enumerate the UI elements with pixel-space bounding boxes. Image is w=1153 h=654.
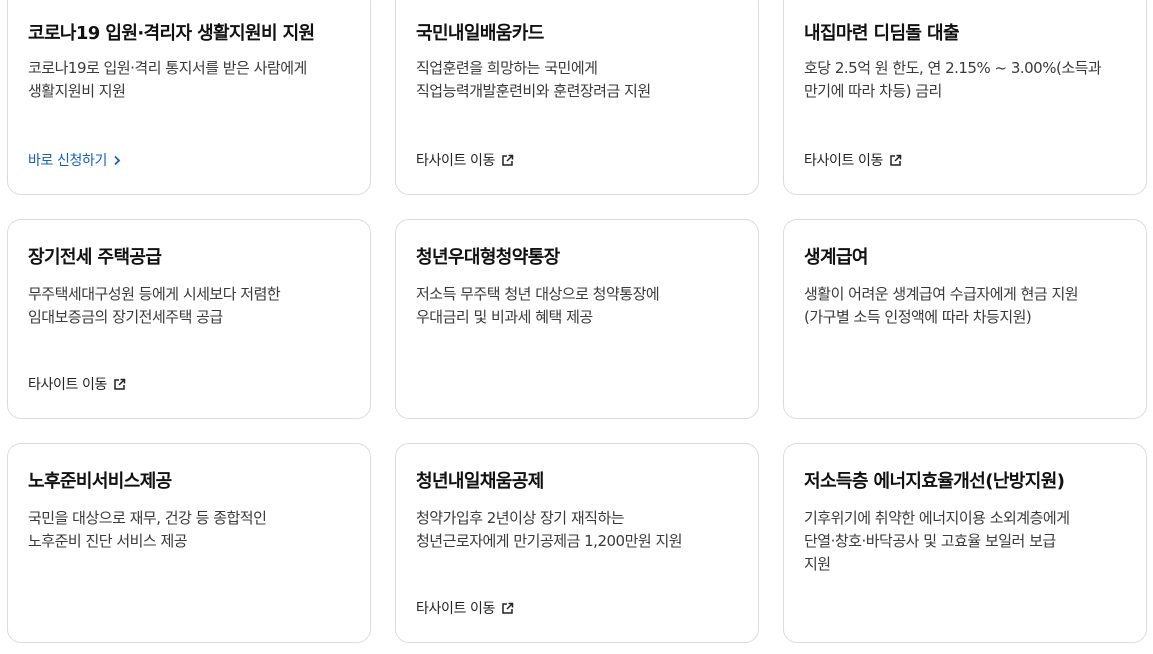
card-description: 기후위기에 취약한 에너지이용 소외계층에게 단열·창호·바닥공사 및 고효율 … xyxy=(804,507,1126,576)
service-card[interactable]: 장기전세 주택공급 무주택세대구성원 등에게 시세보다 저렴한 임대보증금의 장… xyxy=(7,219,371,419)
card-description-line: 호당 2.5억 원 한도, 연 2.15% ~ 3.00%(소득과 xyxy=(804,59,1102,77)
card-description: 저소득 무주택 청년 대상으로 청약통장에 우대금리 및 비과세 혜택 제공 xyxy=(416,283,738,329)
card-title: 국민내일배움카드 xyxy=(416,23,544,44)
card-description-line: 노후준비 진단 서비스 제공 xyxy=(28,532,188,550)
card-description: 호당 2.5억 원 한도, 연 2.15% ~ 3.00%(소득과 만기에 따라… xyxy=(804,57,1126,103)
link-label: 타사이트 이동 xyxy=(28,377,107,393)
card-title: 청년내일채움공제 xyxy=(416,471,544,492)
external-site-link[interactable]: 타사이트 이동 xyxy=(416,598,514,618)
card-description-line: 기후위기에 취약한 에너지이용 소외계층에게 xyxy=(804,509,1070,527)
card-description-line: 단열·창호·바닥공사 및 고효율 보일러 보급 xyxy=(804,532,1056,550)
card-description: 국민을 대상으로 재무, 건강 등 종합적인 노후준비 진단 서비스 제공 xyxy=(28,507,350,553)
card-description-line: 저소득 무주택 청년 대상으로 청약통장에 xyxy=(416,285,660,303)
card-description-line: 임대보증금의 장기전세주택 공급 xyxy=(28,308,223,326)
card-title: 코로나19 입원·격리자 생활지원비 지원 xyxy=(28,23,315,44)
service-card-grid: 코로나19 입원·격리자 생활지원비 지원 코로나19로 입원·격리 통지서를 … xyxy=(0,0,1153,654)
card-description: 코로나19로 입원·격리 통지서를 받은 사람에게 생활지원비 지원 xyxy=(28,57,350,103)
card-description-line: 국민을 대상으로 재무, 건강 등 종합적인 xyxy=(28,509,267,527)
card-title: 저소득층 에너지효율개선(난방지원) xyxy=(804,471,1065,492)
service-card[interactable]: 청년우대형청약통장 저소득 무주택 청년 대상으로 청약통장에 우대금리 및 비… xyxy=(395,219,759,419)
card-description-line: 지원 xyxy=(804,555,831,573)
link-label: 타사이트 이동 xyxy=(804,153,883,169)
card-description-line: 직업능력개발훈련비와 훈련장려금 지원 xyxy=(416,82,651,100)
external-link-icon xyxy=(502,602,514,614)
card-description-line: 청년근로자에게 만기공제금 1,200만원 지원 xyxy=(416,532,683,550)
card-title: 청년우대형청약통장 xyxy=(416,247,560,268)
card-description-line: 청약가입후 2년이상 장기 재직하는 xyxy=(416,509,625,527)
card-description-line: 우대금리 및 비과세 혜택 제공 xyxy=(416,308,593,326)
service-card[interactable]: 국민내일배움카드 직업훈련을 희망하는 국민에게 직업능력개발훈련비와 훈련장려… xyxy=(395,0,759,195)
card-description-line: 생활이 어려운 생계급여 수급자에게 현금 지원 xyxy=(804,285,1079,303)
card-title: 장기전세 주택공급 xyxy=(28,247,162,268)
service-card[interactable]: 저소득층 에너지효율개선(난방지원) 기후위기에 취약한 에너지이용 소외계층에… xyxy=(783,443,1147,643)
card-description-line: (가구별 소득 인정액에 따라 차등지원) xyxy=(804,308,1032,326)
card-title: 생계급여 xyxy=(804,247,868,268)
link-label: 타사이트 이동 xyxy=(416,601,495,617)
link-label: 타사이트 이동 xyxy=(416,153,495,169)
external-link-icon xyxy=(890,154,902,166)
external-link-icon xyxy=(502,154,514,166)
service-card[interactable]: 생계급여 생활이 어려운 생계급여 수급자에게 현금 지원 (가구별 소득 인정… xyxy=(783,219,1147,419)
card-description-line: 무주택세대구성원 등에게 시세보다 저렴한 xyxy=(28,285,281,303)
apply-now-link[interactable]: 바로 신청하기 xyxy=(28,150,121,170)
service-card[interactable]: 청년내일채움공제 청약가입후 2년이상 장기 재직하는 청년근로자에게 만기공제… xyxy=(395,443,759,643)
chevron-right-icon xyxy=(114,155,121,165)
service-card[interactable]: 노후준비서비스제공 국민을 대상으로 재무, 건강 등 종합적인 노후준비 진단… xyxy=(7,443,371,643)
card-title: 노후준비서비스제공 xyxy=(28,471,172,492)
card-description: 무주택세대구성원 등에게 시세보다 저렴한 임대보증금의 장기전세주택 공급 xyxy=(28,283,350,329)
card-description-line: 코로나19로 입원·격리 통지서를 받은 사람에게 xyxy=(28,59,307,77)
external-site-link[interactable]: 타사이트 이동 xyxy=(28,374,126,394)
external-site-link[interactable]: 타사이트 이동 xyxy=(804,150,902,170)
link-label: 바로 신청하기 xyxy=(28,153,107,169)
card-description: 청약가입후 2년이상 장기 재직하는 청년근로자에게 만기공제금 1,200만원… xyxy=(416,507,738,553)
external-site-link[interactable]: 타사이트 이동 xyxy=(416,150,514,170)
card-description: 생활이 어려운 생계급여 수급자에게 현금 지원 (가구별 소득 인정액에 따라… xyxy=(804,283,1126,329)
card-description-line: 생활지원비 지원 xyxy=(28,82,126,100)
service-card[interactable]: 코로나19 입원·격리자 생활지원비 지원 코로나19로 입원·격리 통지서를 … xyxy=(7,0,371,195)
card-description-line: 만기에 따라 차등) 금리 xyxy=(804,82,942,100)
external-link-icon xyxy=(114,378,126,390)
card-description-line: 직업훈련을 희망하는 국민에게 xyxy=(416,59,598,77)
service-card[interactable]: 내집마련 디딤돌 대출 호당 2.5억 원 한도, 연 2.15% ~ 3.00… xyxy=(783,0,1147,195)
card-description: 직업훈련을 희망하는 국민에게 직업능력개발훈련비와 훈련장려금 지원 xyxy=(416,57,738,103)
card-title: 내집마련 디딤돌 대출 xyxy=(804,23,960,44)
